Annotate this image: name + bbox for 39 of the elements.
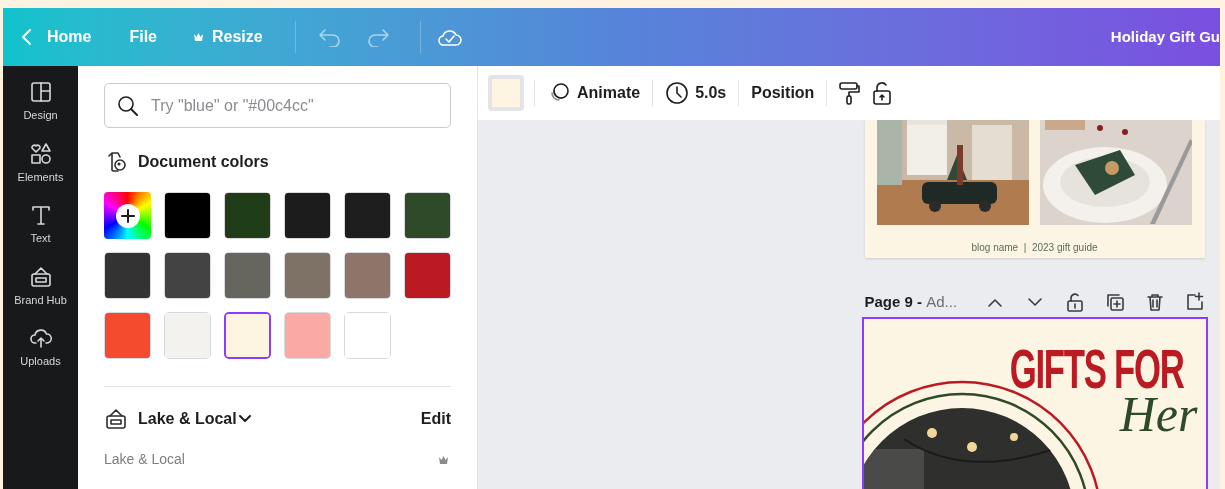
brand-kit-dropdown[interactable]: Lake & Local	[104, 407, 251, 431]
search-input[interactable]: Try "blue" or "#00c4cc"	[151, 93, 438, 118]
add-color-button[interactable]	[104, 192, 151, 239]
sidebar-item[interactable]: Design	[5, 80, 76, 124]
document-title[interactable]: Holiday Gift Gu	[1110, 25, 1220, 49]
plus-icon	[120, 208, 135, 223]
brand-kit-icon	[104, 407, 128, 431]
add-page-icon[interactable]	[1184, 292, 1205, 312]
page-label: Page 9 -	[864, 291, 924, 312]
elements-icon	[28, 141, 53, 166]
animate-button[interactable]: Animate	[545, 81, 643, 105]
sidebar-item[interactable]: Elements	[5, 141, 76, 185]
search-icon	[117, 94, 139, 117]
section-title: Document colors	[138, 152, 269, 172]
crown-icon	[438, 454, 449, 465]
duplicate-icon[interactable]	[1104, 292, 1125, 312]
paint-roller-icon[interactable]	[837, 80, 862, 106]
crown-icon	[193, 32, 204, 42]
design-icon	[28, 80, 53, 104]
subsection-label: Lake & Local	[104, 450, 185, 469]
sidebar-item[interactable]: Brand Hub	[5, 264, 76, 308]
clock-icon	[665, 81, 690, 105]
design-page[interactable]: GIFTS FOR Her	[861, 317, 1208, 489]
edit-button[interactable]: Edit	[420, 407, 451, 431]
duration-button[interactable]: 5.0s	[663, 81, 729, 105]
unlock-icon[interactable]	[871, 80, 894, 106]
color-swatch[interactable]	[224, 312, 271, 359]
sidebar-item[interactable]: Uploads	[5, 326, 76, 370]
unlock-icon[interactable]	[1064, 292, 1085, 312]
uploads-icon	[28, 326, 53, 350]
back-icon	[21, 28, 33, 46]
search-field[interactable]: Try "blue" or "#00c4cc"	[104, 83, 451, 128]
chevron-down-icon	[238, 415, 251, 423]
trash-icon[interactable]	[1144, 292, 1165, 312]
brand-icon	[28, 264, 53, 289]
plain-button[interactable]: Position	[749, 81, 817, 105]
sidebar-item[interactable]: Text	[5, 203, 76, 247]
page-footer-text: blog name | 2023 gift guide	[971, 241, 1098, 255]
page-title-field[interactable]: Ad...	[926, 290, 958, 314]
